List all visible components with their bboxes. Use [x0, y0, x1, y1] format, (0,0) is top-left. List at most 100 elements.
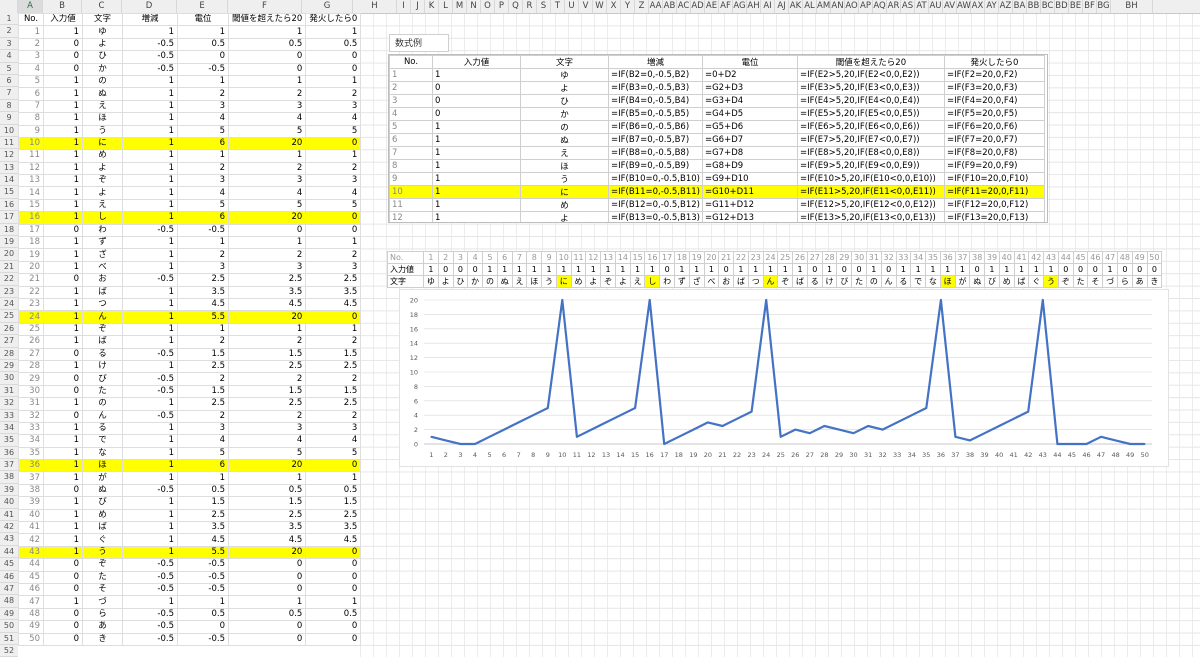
table-cell[interactable]: 0	[43, 620, 83, 634]
row-header[interactable]: 14	[0, 174, 18, 187]
table-cell[interactable]: 2	[227, 161, 307, 176]
table-cell[interactable]: 20	[227, 136, 307, 151]
table-cell[interactable]: 4.5	[305, 297, 362, 312]
table-cell[interactable]: 4.5	[227, 297, 307, 312]
table-cell[interactable]: 5	[18, 74, 44, 89]
table-cell[interactable]: 6	[18, 87, 44, 101]
table-cell[interactable]: 6	[177, 211, 229, 225]
table-cell[interactable]: 0.5	[177, 483, 229, 498]
column-header[interactable]: BC	[1041, 0, 1055, 13]
table-cell[interactable]: 1	[305, 322, 362, 337]
table-cell[interactable]: 1	[122, 335, 178, 349]
table-cell[interactable]: 0	[305, 223, 362, 238]
column-header[interactable]: BA	[1013, 0, 1027, 13]
table-cell[interactable]: 0.5	[227, 483, 307, 498]
column-headers[interactable]: A B C D E F G H I J K L M N O P Q R S T U V W X Y Z AA AB AC AD AE AF AG…	[0, 0, 1200, 14]
table-cell[interactable]: 0	[305, 211, 362, 225]
table-cell[interactable]: で	[82, 434, 123, 448]
table-cell[interactable]: 1	[43, 508, 83, 523]
column-header[interactable]: K	[425, 0, 439, 13]
table-cell[interactable]: 3	[305, 421, 362, 436]
table-cell[interactable]: 1	[122, 87, 178, 101]
row-header[interactable]: 41	[0, 508, 18, 522]
column-title[interactable]: No.	[18, 12, 44, 27]
row-header[interactable]: 21	[0, 260, 18, 274]
column-header[interactable]: S	[537, 0, 551, 13]
table-cell[interactable]: よ	[82, 37, 123, 52]
table-cell[interactable]: 2	[227, 335, 307, 349]
table-cell[interactable]: 30	[18, 384, 44, 399]
table-cell[interactable]: 1	[305, 25, 362, 39]
column-header[interactable]: BD	[1055, 0, 1069, 13]
table-cell[interactable]: 50	[18, 632, 44, 646]
table-cell[interactable]: 1	[122, 520, 178, 535]
column-header[interactable]: Z	[635, 0, 649, 13]
table-cell[interactable]: 21	[18, 273, 44, 287]
table-cell[interactable]: 2	[177, 335, 229, 349]
column-title[interactable]: 文字	[82, 12, 123, 27]
table-cell[interactable]: し	[82, 211, 123, 225]
table-cell[interactable]: 41	[18, 520, 44, 535]
column-header[interactable]: T	[551, 0, 565, 13]
table-cell[interactable]: 1	[122, 248, 178, 262]
table-cell[interactable]: 1	[43, 496, 83, 510]
row-header[interactable]: 16	[0, 198, 18, 212]
table-cell[interactable]: 23	[18, 297, 44, 312]
table-cell[interactable]: よ	[82, 161, 123, 176]
table-cell[interactable]: 0	[177, 50, 229, 64]
table-cell[interactable]: 1	[43, 149, 83, 163]
table-cell[interactable]: 1	[122, 434, 178, 448]
table-cell[interactable]: 1	[122, 310, 178, 324]
table-cell[interactable]: う	[82, 124, 123, 138]
table-cell[interactable]: 20	[18, 260, 44, 275]
table-cell[interactable]: 0.5	[305, 37, 362, 52]
column-title[interactable]: 閾値を超えたら20	[227, 12, 307, 27]
table-cell[interactable]: 1.5	[177, 384, 229, 399]
row-header[interactable]: 5	[0, 62, 18, 75]
table-cell[interactable]: 34	[18, 434, 44, 448]
table-cell[interactable]: ざ	[82, 248, 123, 262]
table-cell[interactable]: 3	[177, 260, 229, 275]
table-cell[interactable]: 5	[227, 124, 307, 138]
table-cell[interactable]: 2.5	[227, 508, 307, 523]
table-cell[interactable]: 1	[122, 25, 178, 39]
table-cell[interactable]: 22	[18, 285, 44, 300]
table-cell[interactable]: 1	[43, 446, 83, 461]
table-cell[interactable]: 0	[43, 50, 83, 64]
table-cell[interactable]: 5	[305, 124, 362, 138]
table-cell[interactable]: 1	[43, 112, 83, 126]
column-title[interactable]: 発火したら0	[305, 12, 362, 27]
row-header[interactable]: 47	[0, 582, 18, 596]
row-header[interactable]: 44	[0, 545, 18, 559]
column-header[interactable]: A	[18, 0, 43, 13]
table-cell[interactable]: 1	[122, 446, 178, 461]
table-cell[interactable]: 2	[177, 409, 229, 423]
select-all-corner[interactable]	[0, 0, 18, 13]
row-header[interactable]: 8	[0, 99, 18, 113]
table-cell[interactable]: 7	[18, 99, 44, 114]
row-header[interactable]: 37	[0, 459, 18, 472]
table-cell[interactable]: び	[82, 372, 123, 386]
table-cell[interactable]: 0	[227, 62, 307, 76]
table-cell[interactable]: 5	[305, 198, 362, 213]
table-cell[interactable]: 1	[43, 471, 83, 485]
table-cell[interactable]: 1	[43, 322, 83, 337]
table-cell[interactable]: 3	[227, 421, 307, 436]
table-cell[interactable]: 0	[227, 558, 307, 572]
column-header[interactable]: AZ	[999, 0, 1013, 13]
table-cell[interactable]: 4	[305, 112, 362, 126]
table-cell[interactable]: 35	[18, 446, 44, 461]
row-header[interactable]: 22	[0, 273, 18, 286]
table-cell[interactable]: 1	[43, 87, 83, 101]
table-cell[interactable]: 0	[227, 50, 307, 64]
table-cell[interactable]: う	[82, 545, 123, 560]
table-cell[interactable]: 3.5	[227, 520, 307, 535]
row-header[interactable]: 2	[0, 25, 18, 38]
table-cell[interactable]: 0	[43, 372, 83, 386]
table-cell[interactable]: 43	[18, 545, 44, 560]
column-header[interactable]: V	[579, 0, 593, 13]
table-cell[interactable]: 1	[122, 297, 178, 312]
table-cell[interactable]: 1.5	[227, 496, 307, 510]
table-cell[interactable]: -0.5	[122, 372, 178, 386]
table-cell[interactable]: 1	[43, 520, 83, 535]
